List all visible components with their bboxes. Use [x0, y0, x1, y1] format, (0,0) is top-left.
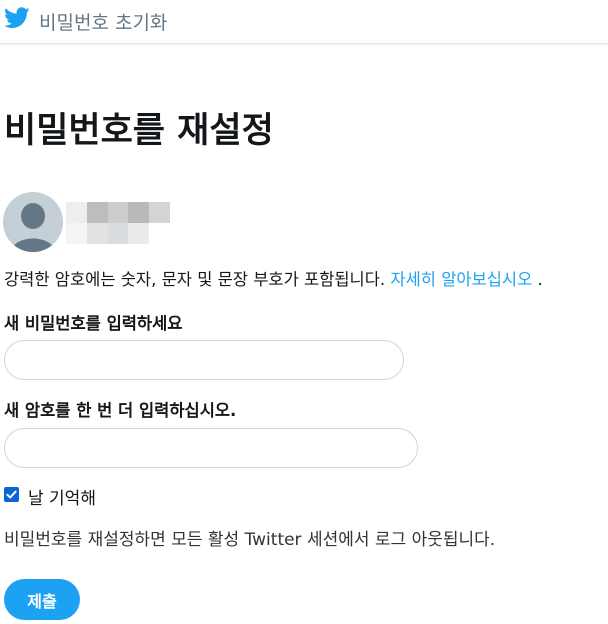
password-hint-suffix: . — [532, 270, 543, 289]
confirm-password-label: 새 암호를 한 번 더 입력하십시오. — [4, 401, 237, 420]
learn-more-link[interactable]: 자세히 알아보십시오 — [390, 270, 532, 289]
password-hint: 강력한 암호에는 숫자, 문자 및 문장 부호가 포함됩니다. 자세히 알아보십… — [4, 266, 543, 290]
twitter-bird-icon[interactable] — [4, 7, 30, 29]
remember-me-checkbox[interactable] — [4, 487, 19, 502]
new-password-input[interactable] — [4, 340, 404, 380]
new-password-label: 새 비밀번호를 입력하세요 — [4, 314, 183, 333]
page-title: 비밀번호를 재설정 — [4, 111, 274, 151]
logout-notice: 비밀번호를 재설정하면 모든 활성 Twitter 세션에서 로그 아웃됩니다. — [4, 530, 496, 550]
checkmark-icon — [6, 490, 17, 499]
submit-button[interactable]: 제출 — [4, 579, 80, 620]
remember-me-label[interactable]: 날 기억해 — [28, 484, 96, 509]
avatar — [3, 192, 63, 252]
default-avatar-icon — [3, 192, 63, 252]
password-hint-text: 강력한 암호에는 숫자, 문자 및 문장 부호가 포함됩니다. — [4, 270, 391, 289]
top-bar: 비밀번호 초기화 — [0, 0, 608, 44]
topbar-title: 비밀번호 초기화 — [39, 12, 168, 34]
confirm-password-input[interactable] — [4, 428, 418, 468]
